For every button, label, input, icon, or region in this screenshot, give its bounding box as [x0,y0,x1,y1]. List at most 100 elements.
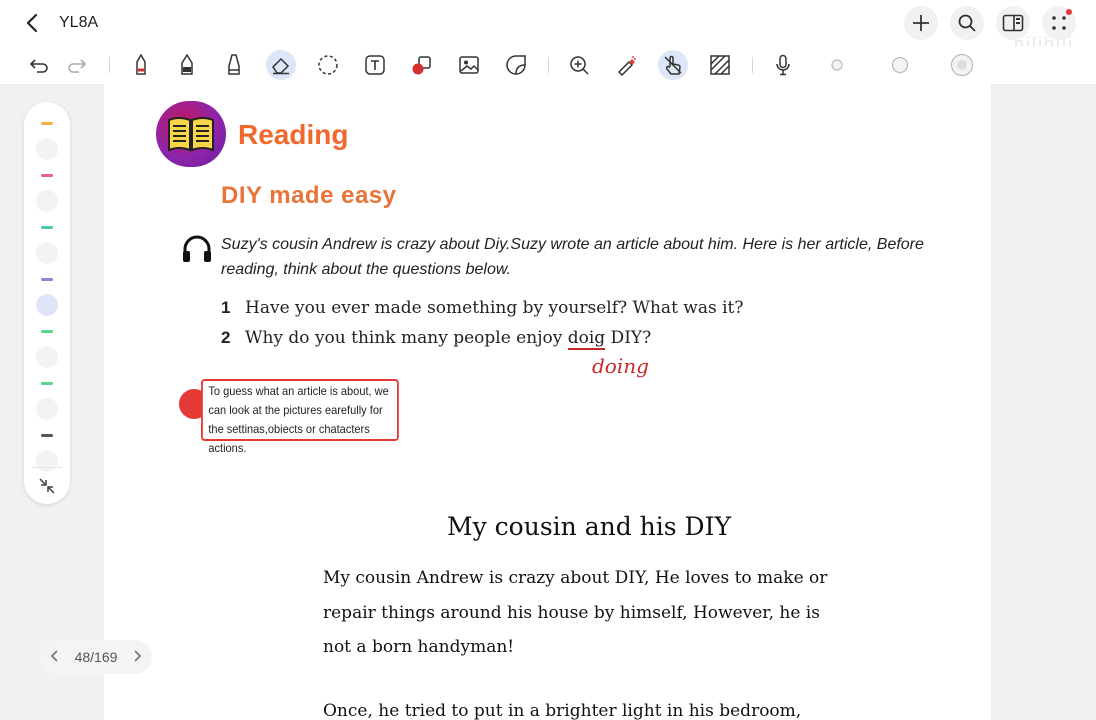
sticker-tool[interactable] [501,50,531,80]
dot-small-icon [831,59,843,71]
fountain-pen-tool[interactable] [172,50,202,80]
pen-icon [136,54,146,75]
highlighter-icon [228,54,240,75]
pen-preset-2[interactable] [33,172,61,212]
laser-pointer-tool[interactable] [611,50,641,80]
question-text-end: DIY? [605,328,652,348]
pen-nib-icon [36,138,58,160]
undo-button[interactable] [24,50,54,80]
page-counter: 48/169 [74,649,118,665]
add-page-button[interactable] [904,6,938,40]
lesson-title: DIY made easy [221,182,397,209]
next-page-button[interactable] [132,649,142,666]
fountain-pen-icon [181,54,193,75]
pen-preset-4[interactable] [33,276,61,316]
undo-icon [29,59,48,73]
book-icon [168,117,214,152]
question-text: Have you ever made something by yourself… [245,298,744,318]
pen-nib-icon [36,242,58,264]
redo-icon [68,59,87,73]
zoom-icon [570,56,589,75]
hatch-icon [710,55,730,75]
more-dots-icon [1052,16,1066,30]
chevron-left-icon [26,13,38,33]
eraser-icon [272,57,290,75]
story-line: My cousin Andrew is crazy about DIY, He … [323,568,828,588]
pen-color-swatch [41,174,53,177]
image-tool[interactable] [454,50,484,80]
toolbar-separator [109,57,110,73]
text-box-tool[interactable] [360,50,390,80]
search-button[interactable] [950,6,984,40]
palette-divider [32,467,62,468]
pen-nib-icon [36,398,58,420]
hand-touch-tool[interactable] [658,50,688,80]
pen-palette [24,102,70,504]
question-2: 2 Why do you think many people enjoy doig… [221,328,652,350]
image-icon [459,56,479,74]
reading-logo [156,101,226,167]
stroke-size-large[interactable] [947,50,977,80]
story-line: not a born handyman! [323,637,515,657]
pen-preset-1[interactable] [33,120,61,160]
lasso-tool[interactable] [313,50,343,80]
pen-color-swatch [41,278,53,281]
pen-nib-icon [36,346,58,368]
top-actions [904,6,1076,40]
stroke-size-medium[interactable] [885,50,915,80]
back-button[interactable] [18,9,46,37]
dot-medium-icon [891,56,909,74]
section-heading: Reading [238,119,349,150]
pen-color-swatch [41,382,53,385]
hand-touch-icon [664,55,682,75]
chevron-left-icon [50,649,58,662]
pen-preset-3[interactable] [33,224,61,264]
collapse-icon [39,478,55,494]
intro-text: Suzy's cousin Andrew is crazy about Diy.… [221,236,924,278]
pen-nib-icon [36,294,58,316]
plus-icon [913,15,929,31]
microphone-tool[interactable] [768,50,798,80]
question-number: 2 [221,328,231,347]
marked-word: doig [567,328,606,350]
microphone-icon [776,54,790,76]
collapse-palette-button[interactable] [35,474,59,498]
stroke-size-small[interactable] [822,50,852,80]
handwritten-annotation[interactable]: doing [592,354,649,378]
more-menu-button[interactable] [1042,6,1076,40]
dot-large-icon [950,53,974,77]
pen-preset-6[interactable] [33,380,61,420]
drawing-toolbar [0,46,1096,85]
pen-tool[interactable] [126,50,156,80]
pen-color-swatch [41,226,53,229]
question-text: Why do you think many people enjoy [245,328,568,348]
text-box-icon [365,55,385,75]
toolbar-separator [752,57,753,73]
document-page[interactable]: Reading DIY made easy Suzy's cousin Andr… [104,84,991,720]
tip-box: To guess what an article is about, we ca… [201,379,399,455]
page-navigator: 48/169 [40,640,152,674]
document-title: YL8A [59,14,99,31]
hatch-tool[interactable] [705,50,735,80]
pen-color-swatch [41,330,53,333]
lasso-icon [318,55,338,75]
toolbar-separator [548,57,549,73]
shape-tool[interactable] [407,50,437,80]
eraser-tool[interactable] [266,50,296,80]
redo-button[interactable] [62,50,92,80]
split-view-button[interactable] [996,6,1030,40]
zoom-tool[interactable] [564,50,594,80]
headphones-icon [183,235,211,262]
pen-color-swatch [41,434,53,437]
pen-preset-5[interactable] [33,328,61,368]
question-number: 1 [221,298,231,317]
highlighter-tool[interactable] [219,50,249,80]
pen-preset-7[interactable] [33,432,61,472]
laser-pointer-icon [617,56,636,76]
story-line: Once, he tried to put in a brighter ligh… [323,701,802,720]
chevron-right-icon [134,649,142,662]
shape-icon [412,56,431,75]
pen-nib-icon [36,190,58,212]
previous-page-button[interactable] [50,649,60,666]
question-1: 1 Have you ever made something by yoursel… [221,298,744,318]
